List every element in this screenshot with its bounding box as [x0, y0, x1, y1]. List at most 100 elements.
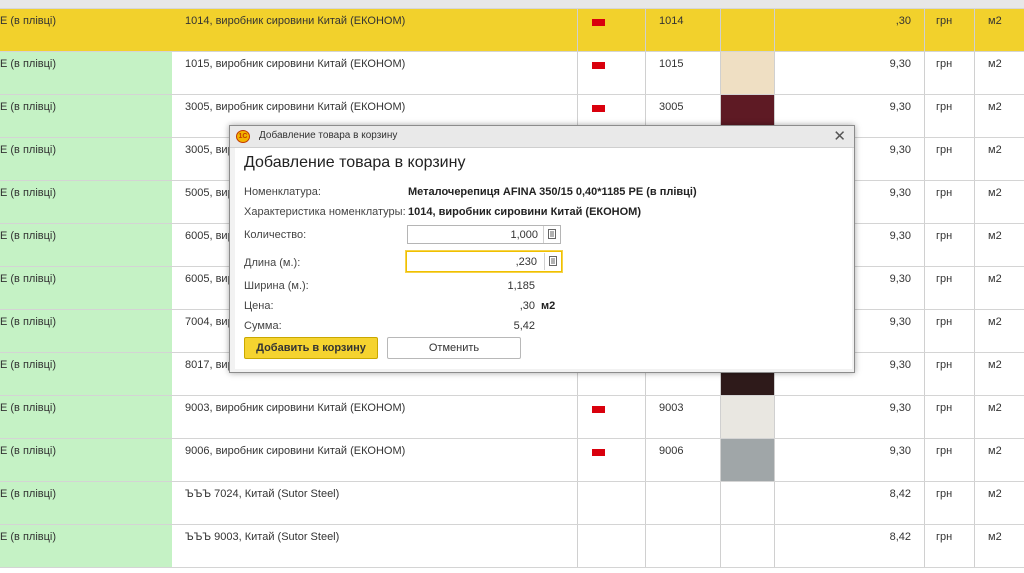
- dialog-content: Добавление товара в корзину Номенклатура…: [235, 148, 852, 369]
- product-cell: Е (в плівці): [0, 525, 172, 567]
- flag-cell: [578, 52, 646, 94]
- code-cell: 1014: [646, 9, 721, 51]
- currency-cell: грн: [925, 267, 975, 309]
- quantity-label: Количество:: [244, 229, 307, 241]
- close-icon[interactable]: ✕: [833, 127, 846, 145]
- color-swatch-cell: [721, 439, 775, 481]
- red-flag-icon: [592, 62, 605, 69]
- product-cell: Е (в плівці): [0, 181, 172, 223]
- code-cell: 9006: [646, 439, 721, 481]
- product-cell: Е (в плівці): [0, 138, 172, 180]
- code-cell: [646, 482, 721, 524]
- quantity-calculator-button[interactable]: [543, 226, 560, 243]
- product-cell: Е (в плівці): [0, 9, 172, 51]
- dialog-window-title: Добавление товара в корзину: [259, 130, 398, 141]
- product-cell: Е (в плівці): [0, 52, 172, 94]
- add-to-cart-button[interactable]: Добавить в корзину: [244, 337, 378, 359]
- quantity-field: [407, 225, 561, 244]
- code-cell: 9003: [646, 396, 721, 438]
- add-to-cart-dialog: 1С Добавление товара в корзину ✕ Добавле…: [229, 125, 855, 373]
- product-cell: Е (в плівці): [0, 95, 172, 137]
- table-row[interactable]: Е (в плівці) ЪЪЪ 9003, Китай (Sutor Steel…: [0, 525, 1024, 568]
- unit-cell: м2: [988, 230, 1002, 242]
- table-row[interactable]: Е (в плівці) 9006, виробник сировини Кита…: [0, 439, 1024, 482]
- currency-cell: грн: [925, 396, 975, 438]
- table-row[interactable]: Е (в плівці) 1014, виробник сировини Кита…: [0, 9, 1024, 52]
- length-calculator-button[interactable]: [544, 253, 561, 270]
- color-swatch-cell: [721, 396, 775, 438]
- currency-cell: грн: [925, 224, 975, 266]
- price-cell: ,30: [775, 9, 925, 51]
- red-flag-icon: [592, 406, 605, 413]
- quantity-input[interactable]: [408, 226, 542, 243]
- characteristic-cell: 1015, виробник сировини Китай (ЕКОНОМ): [172, 52, 578, 94]
- characteristic-label: Характеристика номенклатуры:: [244, 206, 406, 218]
- currency-cell: грн: [925, 353, 975, 395]
- code-cell: [646, 525, 721, 567]
- color-swatch: [721, 396, 774, 438]
- cancel-button[interactable]: Отменить: [387, 337, 521, 359]
- currency-cell: грн: [925, 525, 975, 567]
- price-value: ,30: [519, 300, 535, 312]
- unit-cell: м2: [988, 488, 1002, 500]
- currency-cell: грн: [925, 138, 975, 180]
- unit-cell: м2: [988, 187, 1002, 199]
- red-flag-icon: [592, 105, 605, 112]
- unit-cell: м2: [988, 273, 1002, 285]
- currency-cell: грн: [925, 52, 975, 94]
- currency-cell: грн: [925, 439, 975, 481]
- product-cell: Е (в плівці): [0, 353, 172, 395]
- unit-cell: м2: [988, 445, 1002, 457]
- currency-cell: грн: [925, 181, 975, 223]
- product-cell: Е (в плівці): [0, 439, 172, 481]
- price-cell: 8,42: [775, 525, 925, 567]
- nomenclature-label: Номенклатура:: [244, 186, 321, 198]
- width-value: 1,185: [507, 280, 535, 292]
- unit-cell: м2: [988, 316, 1002, 328]
- currency-cell: грн: [925, 95, 975, 137]
- unit-cell: м2: [988, 101, 1002, 113]
- nomenclature-value: Металочерепиця AFINA 350/15 0,40*1185 PE…: [408, 186, 697, 198]
- sum-label: Сумма:: [244, 320, 282, 332]
- characteristic-cell: 9003, виробник сировини Китай (ЕКОНОМ): [172, 396, 578, 438]
- length-field: [406, 251, 562, 272]
- currency-cell: грн: [925, 310, 975, 352]
- code-cell: 1015: [646, 52, 721, 94]
- product-cell: Е (в плівці): [0, 224, 172, 266]
- flag-cell: [578, 9, 646, 51]
- red-flag-icon: [592, 19, 605, 26]
- characteristic-cell: ЪЪЪ 7024, Китай (Sutor Steel): [172, 482, 578, 524]
- table-row[interactable]: Е (в плівці) 1015, виробник сировини Кита…: [0, 52, 1024, 95]
- app-logo-icon: 1С: [236, 130, 250, 143]
- sum-value: 5,42: [513, 320, 535, 332]
- price-label: Цена:: [244, 300, 274, 312]
- characteristic-value: 1014, виробник сировини Китай (ЕКОНОМ): [408, 206, 642, 218]
- price-cell: 9,30: [775, 52, 925, 94]
- color-swatch-cell: [721, 525, 775, 567]
- unit-cell: м2: [988, 58, 1002, 70]
- price-cell: 9,30: [775, 439, 925, 481]
- color-swatch: [721, 439, 774, 481]
- color-swatch-cell: [721, 482, 775, 524]
- flag-cell: [578, 482, 646, 524]
- currency-cell: грн: [925, 9, 975, 51]
- unit-cell: м2: [988, 402, 1002, 414]
- product-cell: Е (в плівці): [0, 482, 172, 524]
- price-unit: м2: [541, 300, 556, 312]
- currency-cell: грн: [925, 482, 975, 524]
- calculator-icon: [549, 256, 557, 266]
- table-header-strip: [0, 0, 1024, 9]
- product-cell: Е (в плівці): [0, 396, 172, 438]
- table-row[interactable]: Е (в плівці) 9003, виробник сировини Кита…: [0, 396, 1024, 439]
- color-swatch-cell: [721, 9, 775, 51]
- length-label: Длина (м.):: [244, 257, 301, 269]
- flag-cell: [578, 525, 646, 567]
- characteristic-cell: 1014, виробник сировини Китай (ЕКОНОМ): [172, 9, 578, 51]
- dialog-titlebar: 1С Добавление товара в корзину ✕: [230, 126, 854, 148]
- calculator-icon: [548, 229, 556, 239]
- color-swatch: [721, 52, 774, 94]
- length-input[interactable]: [407, 253, 541, 270]
- unit-cell: м2: [988, 144, 1002, 156]
- flag-cell: [578, 396, 646, 438]
- table-row[interactable]: Е (в плівці) ЪЪЪ 7024, Китай (Sutor Steel…: [0, 482, 1024, 525]
